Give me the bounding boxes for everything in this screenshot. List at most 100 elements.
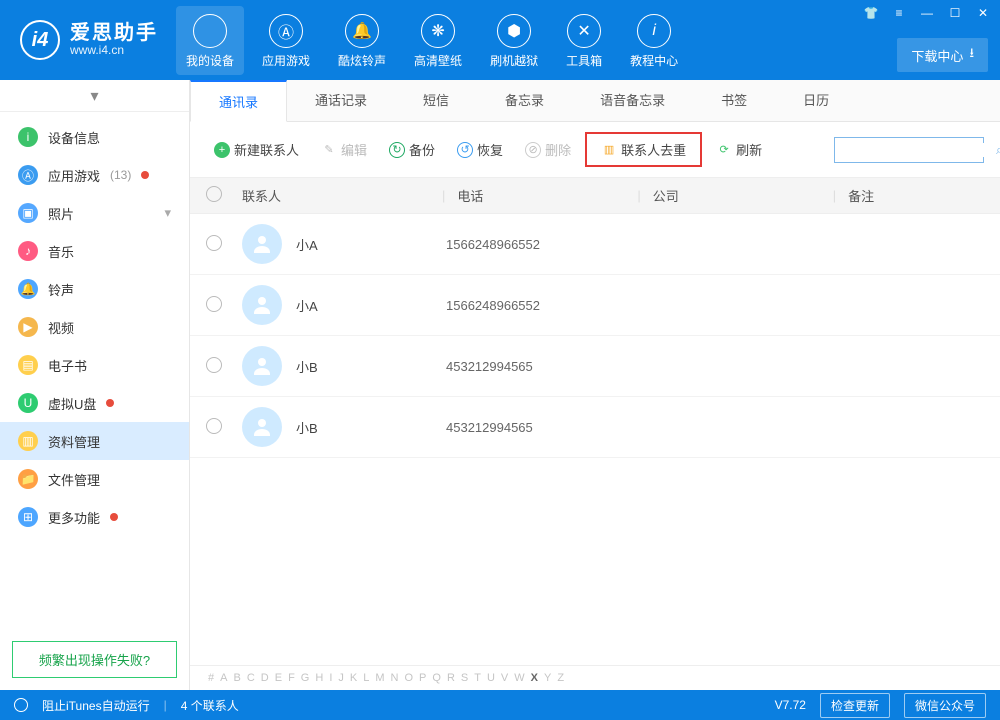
select-all-checkbox[interactable]: [206, 186, 222, 202]
alpha-E[interactable]: E: [275, 672, 288, 684]
backup-button[interactable]: ↻ 备份: [381, 136, 443, 163]
alpha-T[interactable]: T: [474, 672, 487, 684]
col-contact[interactable]: 联系人: [242, 186, 442, 205]
table-row[interactable]: 小A 1566248966552: [190, 214, 1000, 275]
table-row[interactable]: 小A 1566248966552: [190, 275, 1000, 336]
sidebar-item-10[interactable]: ⊞ 更多功能: [0, 498, 189, 536]
nav-toolbox[interactable]: ✕ 工具箱: [556, 6, 612, 75]
alpha-U[interactable]: U: [487, 672, 501, 684]
alpha-H[interactable]: H: [315, 672, 329, 684]
alpha-C[interactable]: C: [247, 672, 261, 684]
download-center-button[interactable]: 下载中心 ⭳: [897, 38, 988, 72]
row-checkbox[interactable]: [206, 418, 222, 434]
wechat-button[interactable]: 微信公众号: [904, 693, 986, 718]
tab-1[interactable]: 通话记录: [287, 80, 395, 121]
nav-wallpapers[interactable]: ❋ 高清壁纸: [404, 6, 472, 75]
sidebar-device-dropdown[interactable]: ▾: [0, 80, 189, 112]
refresh-button[interactable]: ⟳ 刷新: [708, 136, 770, 163]
alpha-N[interactable]: N: [391, 672, 405, 684]
tab-3[interactable]: 备忘录: [477, 80, 572, 121]
col-note[interactable]: 备注: [848, 186, 984, 205]
sidebar-item-5[interactable]: ▶ 视频: [0, 308, 189, 346]
apple-icon: [193, 14, 227, 48]
alpha-S[interactable]: S: [461, 672, 474, 684]
check-update-button[interactable]: 检查更新: [820, 693, 890, 718]
tab-4[interactable]: 语音备忘录: [572, 80, 693, 121]
alpha-R[interactable]: R: [447, 672, 461, 684]
sidebar-item-label: 更多功能: [48, 508, 100, 527]
tab-0[interactable]: 通讯录: [190, 80, 287, 122]
alpha-V[interactable]: V: [501, 672, 514, 684]
sidebar-item-6[interactable]: ▤ 电子书: [0, 346, 189, 384]
tab-5[interactable]: 书签: [693, 80, 775, 121]
sidebar-item-1[interactable]: Ⓐ 应用游戏 (13): [0, 156, 189, 194]
row-checkbox[interactable]: [206, 235, 222, 251]
alpha-D[interactable]: D: [261, 672, 275, 684]
menu-icon[interactable]: ≡: [888, 4, 910, 22]
itunes-block-checkbox[interactable]: [14, 698, 28, 712]
sidebar-icon: i: [18, 127, 38, 147]
new-contact-button[interactable]: + 新建联系人: [206, 136, 307, 163]
contact-phone: 453212994565: [446, 420, 626, 435]
delete-button[interactable]: ⊘ 删除: [517, 136, 579, 163]
minimize-icon[interactable]: —: [916, 4, 938, 22]
tab-2[interactable]: 短信: [395, 80, 477, 121]
alpha-F[interactable]: F: [288, 672, 301, 684]
sidebar-item-3[interactable]: ♪ 音乐: [0, 232, 189, 270]
alpha-O[interactable]: O: [404, 672, 419, 684]
search-input[interactable]: [841, 143, 996, 157]
nav-jailbreak[interactable]: ⬢ 刷机越狱: [480, 6, 548, 75]
sidebar-item-4[interactable]: 🔔 铃声: [0, 270, 189, 308]
row-checkbox[interactable]: [206, 357, 222, 373]
dedup-button[interactable]: ▥ 联系人去重: [593, 136, 694, 163]
alpha-M[interactable]: M: [375, 672, 390, 684]
alpha-J[interactable]: J: [338, 672, 350, 684]
edit-button[interactable]: ✎ 编辑: [313, 136, 375, 163]
alpha-B[interactable]: B: [233, 672, 246, 684]
alpha-A[interactable]: A: [220, 672, 233, 684]
sidebar-item-0[interactable]: i 设备信息: [0, 118, 189, 156]
table-header: 联系人 | 电话 | 公司 | 备注: [190, 177, 1000, 214]
dedup-icon: ▥: [601, 142, 617, 158]
sidebar-item-9[interactable]: 📁 文件管理: [0, 460, 189, 498]
nav-ringtones[interactable]: 🔔 酷炫铃声: [328, 6, 396, 75]
sidebar-item-7[interactable]: U 虚拟U盘: [0, 384, 189, 422]
search-icon[interactable]: ⌕: [996, 142, 1000, 158]
row-checkbox[interactable]: [206, 296, 222, 312]
alpha-#[interactable]: #: [208, 672, 220, 684]
nav-apps-games[interactable]: Ⓐ 应用游戏: [252, 6, 320, 75]
sidebar-icon: ▣: [18, 203, 38, 223]
nav-my-device[interactable]: 我的设备: [176, 6, 244, 75]
table-row[interactable]: 小B 453212994565: [190, 397, 1000, 458]
sidebar-item-8[interactable]: ▥ 资料管理: [0, 422, 189, 460]
alpha-Y[interactable]: Y: [544, 672, 557, 684]
alpha-G[interactable]: G: [301, 672, 316, 684]
col-phone[interactable]: 电话: [457, 186, 637, 205]
alpha-Z[interactable]: Z: [557, 672, 570, 684]
tab-6[interactable]: 日历: [775, 80, 857, 121]
alpha-L[interactable]: L: [363, 672, 375, 684]
alpha-X[interactable]: X: [531, 672, 544, 684]
nav-tutorials[interactable]: i 教程中心: [620, 6, 688, 75]
app-logo: i4 爱思助手 www.i4.cn: [0, 20, 176, 60]
close-icon[interactable]: ✕: [972, 4, 994, 22]
alpha-Q[interactable]: Q: [432, 672, 447, 684]
col-company[interactable]: 公司: [653, 186, 833, 205]
tools-icon: ✕: [567, 14, 601, 48]
sub-tabs: 通讯录通话记录短信备忘录语音备忘录书签日历: [190, 80, 1000, 122]
itunes-block-label: 阻止iTunes自动运行: [42, 697, 150, 714]
alpha-P[interactable]: P: [419, 672, 432, 684]
alpha-W[interactable]: W: [514, 672, 530, 684]
skin-icon[interactable]: 👕: [860, 4, 882, 22]
sidebar-item-label: 照片: [48, 204, 74, 223]
alpha-K[interactable]: K: [350, 672, 363, 684]
table-row[interactable]: 小B 453212994565: [190, 336, 1000, 397]
sidebar-item-2[interactable]: ▣ 照片 ▾: [0, 194, 189, 232]
contact-list: 小A 1566248966552 小A 1566248966552 小B 453…: [190, 214, 1000, 665]
logo-icon: i4: [20, 20, 60, 60]
search-box[interactable]: ⌕: [834, 137, 984, 163]
help-link[interactable]: 频繁出现操作失败?: [12, 641, 177, 678]
restore-button[interactable]: ↺ 恢复: [449, 136, 511, 163]
maximize-icon[interactable]: ☐: [944, 4, 966, 22]
alpha-index-bar[interactable]: #ABCDEFGHIJKLMNOPQRSTUVWXYZ: [190, 665, 1000, 690]
